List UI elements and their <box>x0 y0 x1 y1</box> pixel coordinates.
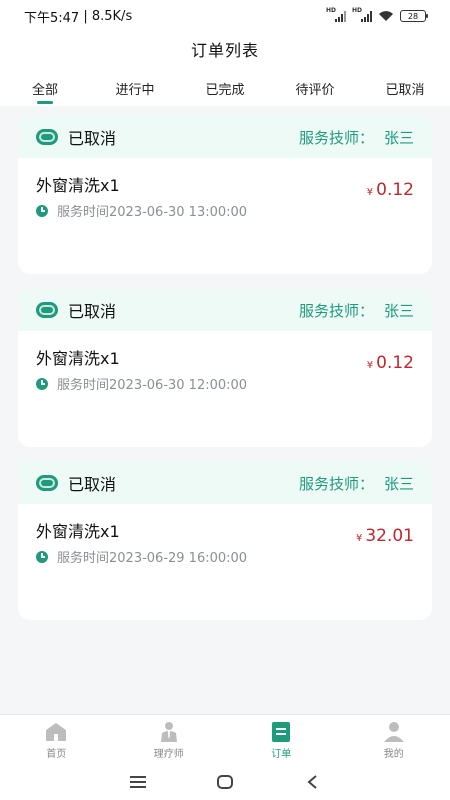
tab-in-progress[interactable]: 进行中 <box>90 66 180 106</box>
clock-icon <box>36 204 48 217</box>
currency-symbol: ¥ <box>355 533 363 544</box>
home-icon <box>46 723 67 741</box>
profile-icon <box>383 722 404 742</box>
order-list: 已取消 服务技师： 张三 外窗清洗x1 服务时间2023-06-30 13:00… <box>18 116 432 635</box>
technician-name: 张三 <box>383 301 414 320</box>
order-card[interactable]: 已取消 服务技师： 张三 外窗清洗x1 服务时间2023-06-30 13:00… <box>18 116 432 274</box>
service-time: 服务时间2023-06-29 16:00:00 <box>57 551 248 566</box>
tabbar-label: 订单 <box>271 749 292 760</box>
tab-cancelled[interactable]: 已取消 <box>360 66 450 106</box>
signal-icon: HD <box>326 7 346 22</box>
page-title: 订单列表 <box>190 41 259 60</box>
tabbar-item-therapist[interactable]: 理疗师 <box>113 715 226 764</box>
technician-name: 张三 <box>383 128 414 147</box>
currency-symbol: ¥ <box>366 187 374 198</box>
order-card[interactable]: 已取消 服务技师： 张三 外窗清洗x1 服务时间2023-06-29 16:00… <box>18 462 432 620</box>
technician-label: 服务技师： <box>298 474 374 493</box>
battery-level: 28 <box>407 11 419 21</box>
tabbar-label: 我的 <box>383 749 404 760</box>
status-time: 下午5:47 <box>24 10 80 26</box>
clock-icon <box>36 550 48 563</box>
order-card-body: 外窗清洗x1 服务时间2023-06-30 12:00:00 ¥ 0.12 <box>18 331 432 447</box>
back-icon[interactable] <box>300 770 324 794</box>
battery-icon: 28 <box>400 10 428 22</box>
home-button-icon[interactable] <box>213 770 237 794</box>
signal-icon: HD <box>352 7 372 22</box>
order-filter-tabs: 全部 进行中 已完成 待评价 已取消 <box>0 66 450 106</box>
status-toggle-icon <box>36 302 58 318</box>
status-toggle-icon <box>36 475 58 491</box>
order-card-header: 已取消 服务技师： 张三 <box>18 289 432 331</box>
tab-pending-review[interactable]: 待评价 <box>270 66 360 106</box>
service-name: 外窗清洗x1 <box>36 176 120 195</box>
wifi-icon <box>379 11 393 21</box>
clock-icon <box>36 377 48 390</box>
tabbar-item-home[interactable]: 首页 <box>0 715 113 764</box>
bottom-tabbar: 首页 理疗师 订单 我的 <box>0 714 450 764</box>
page-header: 订单列表 <box>0 32 450 66</box>
price-amount: 0.12 <box>376 180 414 200</box>
technician-label: 服务技师： <box>298 128 374 147</box>
order-card-body: 外窗清洗x1 服务时间2023-06-30 13:00:00 ¥ 0.12 <box>18 158 432 274</box>
status-bar: 下午5:47 | 8.5K/s HD HD 28 <box>0 0 450 32</box>
tab-all[interactable]: 全部 <box>0 66 90 106</box>
tabbar-item-orders[interactable]: 订单 <box>225 715 338 764</box>
order-status: 已取消 <box>68 302 117 321</box>
status-divider: | <box>79 8 92 24</box>
service-time: 服务时间2023-06-30 12:00:00 <box>57 378 248 393</box>
service-name: 外窗清洗x1 <box>36 349 120 368</box>
order-price: ¥ 0.12 <box>367 353 414 373</box>
system-navigation-bar <box>0 764 450 800</box>
technician-label: 服务技师： <box>298 301 374 320</box>
order-card-header: 已取消 服务技师： 张三 <box>18 462 432 504</box>
order-status: 已取消 <box>68 129 117 148</box>
order-price: ¥ 0.12 <box>367 180 414 200</box>
order-status: 已取消 <box>68 475 117 494</box>
order-card-body: 外窗清洗x1 服务时间2023-06-29 16:00:00 ¥ 32.01 <box>18 504 432 620</box>
order-card-header: 已取消 服务技师： 张三 <box>18 116 432 158</box>
network-speed: 8.5K/s <box>91 8 133 24</box>
currency-symbol: ¥ <box>366 360 374 371</box>
order-card[interactable]: 已取消 服务技师： 张三 外窗清洗x1 服务时间2023-06-30 12:00… <box>18 289 432 447</box>
price-amount: 0.12 <box>376 353 414 373</box>
tabbar-label: 首页 <box>46 749 67 760</box>
price-amount: 32.01 <box>365 526 414 546</box>
status-icons: HD HD 28 <box>326 7 428 22</box>
service-time-row: 服务时间2023-06-30 12:00:00 <box>36 374 414 393</box>
tabbar-label: 理疗师 <box>153 749 184 760</box>
order-price: ¥ 32.01 <box>356 526 414 546</box>
order-icon <box>272 722 291 742</box>
service-time: 服务时间2023-06-30 13:00:00 <box>57 205 248 220</box>
therapist-icon <box>160 722 177 742</box>
service-time-row: 服务时间2023-06-29 16:00:00 <box>36 547 414 566</box>
tab-completed[interactable]: 已完成 <box>180 66 270 106</box>
service-time-row: 服务时间2023-06-30 13:00:00 <box>36 201 414 220</box>
menu-icon[interactable] <box>126 770 150 794</box>
tabbar-item-profile[interactable]: 我的 <box>338 715 450 764</box>
technician-name: 张三 <box>383 474 414 493</box>
status-toggle-icon <box>36 129 58 145</box>
